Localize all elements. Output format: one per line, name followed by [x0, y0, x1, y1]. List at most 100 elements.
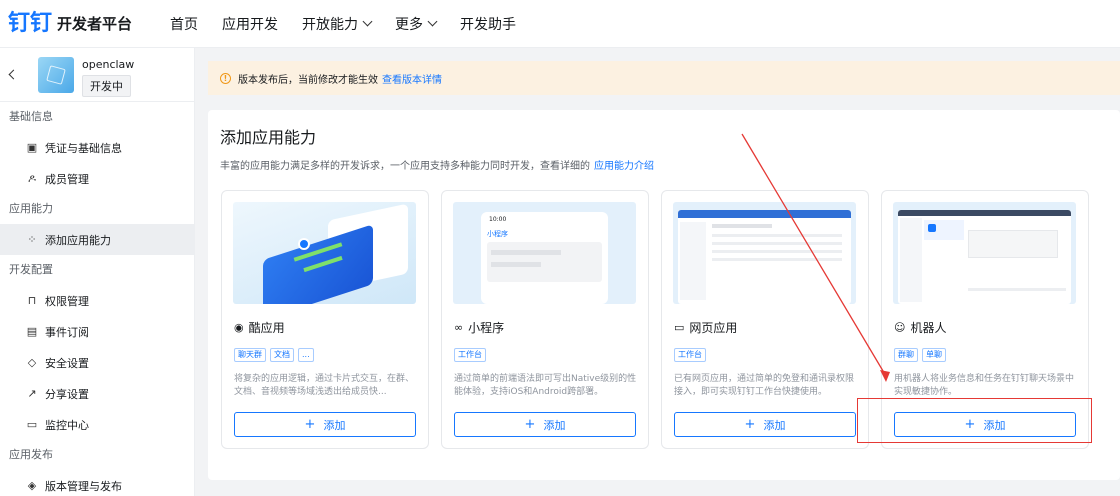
web-app-icon: ▭ — [674, 321, 685, 334]
nav-dev-assistant[interactable]: 开发助手 — [460, 14, 516, 34]
nav-open-capability[interactable]: 开放能力 — [302, 14, 373, 34]
sidebar-item-version[interactable]: ◈ 版本管理与发布 — [0, 470, 194, 496]
event-icon: ▤ — [26, 325, 38, 338]
card-name-text: 酷应用 — [248, 321, 285, 335]
app-status-badge: 开发中 — [82, 75, 131, 97]
capability-card-mini-program: 10:00 小程序 ∞ 小程序 工作台 通过简单的前端语法即可写出Native级别… — [441, 190, 649, 449]
sidebar-item-permissions[interactable]: ⊓ 权限管理 — [0, 285, 194, 316]
add-web-app-button[interactable]: + 添加 — [674, 412, 856, 437]
capability-panel: 添加应用能力 丰富的应用能力满足多样的开发诉求，一个应用支持多种能力同时开发，查… — [208, 110, 1120, 480]
credential-icon: ▣ — [26, 141, 38, 154]
nav-dev-assistant-label: 开发助手 — [460, 16, 516, 33]
sidebar-item-label: 凭证与基础信息 — [45, 141, 122, 155]
sidebar-item-monitor[interactable]: ▭ 监控中心 — [0, 409, 194, 440]
tag: 文档 — [270, 348, 294, 362]
card-description: 将复杂的应用逻辑，通过卡片式交互，在群、文档、音视频等场域浅透出给成员快... — [234, 374, 415, 397]
add-button-label: 添加 — [763, 418, 786, 432]
card-name-text: 小程序 — [468, 321, 505, 335]
tag: 工作台 — [674, 348, 706, 362]
logo-text: 开发者平台 — [57, 15, 133, 33]
card-name-text: 机器人 — [910, 321, 947, 335]
tag: 聊天群 — [234, 348, 266, 362]
nav-app-dev[interactable]: 应用开发 — [222, 14, 278, 34]
capability-intro-link[interactable]: 应用能力介绍 — [594, 161, 654, 172]
card-tags: 工作台 — [674, 348, 706, 362]
top-nav-bar: 钉钉 开发者平台 首页 应用开发 开放能力 更多 开发助手 — [0, 0, 1120, 48]
card-tags: 聊天群 文档 ... — [234, 348, 314, 362]
nav-more[interactable]: 更多 — [395, 14, 438, 34]
tag: 工作台 — [454, 348, 486, 362]
tag-more[interactable]: ... — [298, 348, 314, 362]
sidebar-item-security[interactable]: ◇ 安全设置 — [0, 347, 194, 378]
dingtalk-logo-mark: 钉钉 — [8, 10, 53, 36]
logo[interactable]: 钉钉 开发者平台 — [8, 10, 170, 36]
card-description: 通过简单的前端语法即可写出Native级别的性能体验，支持iOS和Android… — [454, 374, 637, 397]
chevron-down-icon — [362, 16, 373, 27]
page-description: 丰富的应用能力满足多样的开发诉求，一个应用支持多种能力同时开发，查看详细的 应用能… — [220, 157, 654, 172]
sidebar-item-events[interactable]: ▤ 事件订阅 — [0, 316, 194, 347]
sidebar-item-members[interactable]: ዶ 成员管理 — [0, 163, 194, 194]
description-text: 丰富的应用能力满足多样的开发诉求，一个应用支持多种能力同时开发，查看详细的 — [220, 161, 590, 172]
card-tags: 群聊 单聊 — [894, 348, 946, 362]
tag: 单聊 — [922, 348, 946, 362]
nav-home-label: 首页 — [170, 16, 198, 33]
sidebar-item-label: 权限管理 — [45, 294, 89, 308]
sidebar-item-label: 监控中心 — [45, 418, 89, 432]
preview-time: 10:00 — [489, 216, 507, 223]
add-button-label: 添加 — [983, 418, 1006, 432]
card-description: 已有网页应用，通过简单的免登和通讯录权限接入，即可实现钉钉工作台快捷使用。 — [674, 374, 855, 397]
capability-icon: ⁘ — [27, 233, 37, 246]
member-icon: ዶ — [27, 171, 37, 185]
lock-icon: ⊓ — [27, 294, 37, 307]
view-version-link[interactable]: 查看版本详情 — [382, 71, 442, 86]
release-notice: ! 版本发布后，当前修改才能生效 查看版本详情 — [208, 61, 1120, 95]
card-title: ◉ 酷应用 — [234, 319, 285, 336]
mini-program-preview: 10:00 小程序 — [453, 202, 636, 304]
sidebar-item-label: 安全设置 — [45, 356, 89, 370]
card-title: ☺ 机器人 — [894, 319, 946, 336]
plus-icon: + — [744, 417, 756, 432]
add-mini-program-button[interactable]: + 添加 — [454, 412, 636, 437]
back-chevron-icon[interactable] — [8, 69, 19, 80]
capability-card-web-app: ▭ 网页应用 工作台 已有网页应用，通过简单的免登和通讯录权限接入，即可实现钉钉工… — [661, 190, 869, 449]
sidebar-section-basic: 基础信息 — [9, 110, 53, 123]
card-title: ∞ 小程序 — [454, 319, 504, 336]
robot-icon: ☺ — [894, 321, 906, 334]
card-name-text: 网页应用 — [689, 321, 738, 335]
preview-title: 小程序 — [487, 230, 508, 238]
monitor-icon: ▭ — [26, 418, 38, 431]
sidebar-section-release: 应用发布 — [9, 448, 53, 461]
sidebar-item-label: 添加应用能力 — [45, 233, 111, 247]
capability-card-robot: ☺ 机器人 群聊 单聊 用机器人将业务信息和任务在钉钉聊天场景中实现敏捷协作。 +… — [881, 190, 1089, 449]
card-title: ▭ 网页应用 — [674, 319, 737, 336]
sidebar-item-label: 版本管理与发布 — [45, 479, 122, 493]
shield-icon: ◇ — [27, 356, 37, 369]
sidebar-item-add-capability[interactable]: ⁘ 添加应用能力 — [0, 224, 194, 255]
chevron-down-icon — [427, 16, 438, 27]
robot-preview — [893, 202, 1076, 304]
add-button-label: 添加 — [543, 418, 566, 432]
main-content: ! 版本发布后，当前修改才能生效 查看版本详情 添加应用能力 丰富的应用能力满足… — [195, 48, 1120, 496]
sidebar-item-label: 事件订阅 — [45, 325, 89, 339]
card-tags: 工作台 — [454, 348, 486, 362]
sidebar-item-label: 分享设置 — [45, 387, 89, 401]
capability-card-cool-app: ◉ 酷应用 聊天群 文档 ... 将复杂的应用逻辑，通过卡片式交互，在群、文档、音… — [221, 190, 429, 449]
cool-app-preview — [233, 202, 416, 304]
nav-more-label: 更多 — [395, 16, 423, 33]
add-cool-app-button[interactable]: + 添加 — [234, 412, 416, 437]
nav-app-dev-label: 应用开发 — [222, 16, 278, 33]
card-description: 用机器人将业务信息和任务在钉钉聊天场景中实现敏捷协作。 — [894, 374, 1075, 397]
nav-home[interactable]: 首页 — [170, 14, 198, 34]
tag: 群聊 — [894, 348, 918, 362]
plus-icon: + — [964, 417, 976, 432]
share-icon: ↗ — [27, 387, 37, 400]
sidebar-item-share[interactable]: ↗ 分享设置 — [0, 378, 194, 409]
app-name: openclaw — [82, 58, 135, 71]
version-icon: ◈ — [27, 479, 37, 492]
sidebar-section-capability: 应用能力 — [9, 202, 53, 215]
sidebar-item-credentials[interactable]: ▣ 凭证与基础信息 — [0, 132, 194, 163]
web-app-preview — [673, 202, 856, 304]
nav-open-capability-label: 开放能力 — [302, 16, 358, 33]
sidebar-section-dev-config: 开发配置 — [9, 263, 53, 276]
add-robot-button[interactable]: + 添加 — [894, 412, 1076, 437]
